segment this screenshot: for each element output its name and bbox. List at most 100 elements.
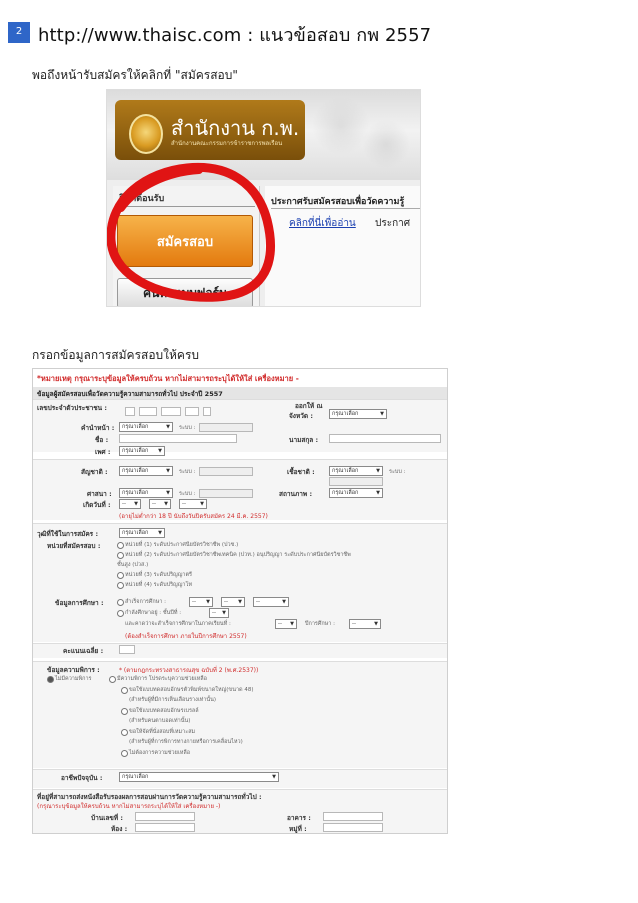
sequence-box-2[interactable] — [199, 467, 253, 476]
help-option-1: ขอใช้แบบทดสอบอักษรตัวพิมพ์ขนาดใหญ่(ขนาด … — [129, 687, 254, 693]
red-highlight-stroke — [107, 162, 275, 302]
unit-option-1: หน่วยที่ (1) ระดับประกาศนียบัตรวิชาชีพ (… — [125, 542, 239, 548]
header-accent-rule — [8, 41, 30, 43]
village-no-input[interactable] — [323, 823, 383, 832]
edu-studying-label: กำลังศึกษาอยู่ : ชั้นปีที่ : — [125, 610, 182, 616]
birth-month-select[interactable]: -- — [149, 499, 171, 509]
disability-none-label: ไม่มีความพิการ — [55, 676, 92, 682]
room-input[interactable] — [135, 823, 195, 832]
label-nationality: สัญชาติ : — [81, 468, 108, 476]
edu-studying-radio[interactable] — [117, 610, 124, 617]
province-select[interactable]: กรุณาเลือก — [329, 409, 387, 419]
unit-radio-3[interactable] — [117, 572, 124, 579]
status-select[interactable]: กรุณาเลือก — [329, 488, 383, 498]
occupation-select[interactable]: กรุณาเลือก — [119, 772, 279, 782]
disability-has-radio[interactable] — [109, 676, 116, 683]
label-education: ข้อมูลการศึกษา : — [55, 599, 104, 607]
label-village-no: หมู่ที่ : — [289, 825, 307, 833]
edu-semester-select[interactable]: -- — [275, 619, 297, 629]
edu-graduated-label: สำเร็จการศึกษา : — [125, 599, 167, 605]
caption-click-apply: พอถึงหน้ารับสมัครให้คลิกที่ "สมัครสอบ" — [32, 68, 238, 82]
help-option-3: ขอให้จัดที่นั่งสอบที่เหมาะสม — [129, 729, 196, 735]
unit-radio-4[interactable] — [117, 582, 124, 589]
label-qualification: วุฒิที่ใช้ในการสมัคร : — [37, 530, 99, 538]
prefix-select[interactable]: กรุณาเลือก — [119, 422, 173, 432]
help-option-1-note: (สำหรับผู้ที่มีการเห็นเลือนรางเท่านั้น) — [129, 697, 217, 703]
id-card-box-1[interactable] — [125, 407, 135, 416]
address-note: (กรุณาระบุข้อมูลให้ครบถ้วน หากไม่สามารถร… — [37, 803, 221, 810]
help-option-3-note: (สำหรับผู้ที่การพิการทางกายหรือการเคลื่อ… — [129, 739, 243, 745]
label-exam-unit: หน่วยที่สมัครสอบ : — [47, 542, 101, 550]
label-religion: ศาสนา : — [87, 490, 112, 498]
caption-fill-form: กรอกข้อมูลการสมัครสอบให้ครบ — [32, 348, 200, 362]
unit-radio-1[interactable] — [117, 542, 124, 549]
disability-none-radio[interactable] — [47, 676, 54, 683]
help-radio-4[interactable] — [121, 750, 128, 757]
unit-radio-2[interactable] — [117, 552, 124, 559]
unit-option-3: หน่วยที่ (3) ระดับปริญญาตรี — [125, 572, 193, 578]
sequence-box-4[interactable] — [199, 489, 253, 498]
help-option-2-note: (สำหรับคนตาบอดเท่านั้น) — [129, 718, 191, 724]
label-building: อาคาร : — [287, 814, 311, 822]
label-birthdate: เกิดวันที่ : — [83, 501, 111, 509]
unit-option-2-cont: ชั้นสูง (ปวส.) — [117, 562, 149, 568]
edu-grad-month-select[interactable]: -- — [221, 597, 245, 607]
sequence-box-1[interactable] — [199, 423, 253, 432]
education-note: (ต้องสำเร็จการศึกษา ภายในปีการศึกษา 2557… — [125, 633, 247, 640]
id-card-box-3[interactable] — [161, 407, 181, 416]
sequence-box-3[interactable] — [329, 477, 383, 486]
building-input[interactable] — [323, 812, 383, 821]
id-card-box-5[interactable] — [203, 407, 211, 416]
label-ethnicity: เชื้อชาติ : — [287, 468, 315, 476]
unit-option-2: หน่วยที่ (2) ระดับประกาศนียบัตรวิชาชีพเท… — [125, 552, 351, 558]
house-no-input[interactable] — [135, 812, 195, 821]
label-sex: เพศ : — [95, 448, 111, 456]
label-house-no: บ้านเลขที่ : — [91, 814, 124, 822]
birth-year-select[interactable]: -- — [179, 499, 207, 509]
surname-input[interactable] — [329, 434, 441, 443]
label-id-card: เลขประจำตัวประชาชน : — [37, 404, 107, 412]
edu-grad-day-select[interactable]: -- — [189, 597, 213, 607]
section-disability — [33, 661, 447, 768]
screenshot-application-form: *หมายเหตุ กรุณาระบุข้อมูลให้ครบถ้วน หากไ… — [32, 368, 448, 834]
edu-year-select[interactable]: -- — [349, 619, 381, 629]
label-sequence-3: ระบบ : — [389, 469, 406, 475]
id-card-box-2[interactable] — [139, 407, 157, 416]
ethnicity-select[interactable]: กรุณาเลือก — [329, 466, 383, 476]
screenshot-apply-page: สำนักงาน ก.พ. สำนักงานคณะกรรมการข้าราชกา… — [106, 89, 421, 307]
label-sequence-2: ระบบ : — [179, 469, 196, 475]
qualification-select[interactable]: กรุณาเลือก — [119, 528, 165, 538]
edu-year-label: ปีการศึกษา : — [305, 621, 336, 627]
edu-grad-year-select[interactable]: -- — [253, 597, 289, 607]
form-header-text: ข้อมูลผู้สมัครสอบเพื่อวัดความรู้ความสามา… — [37, 390, 223, 398]
gpa-input[interactable] — [119, 645, 135, 654]
sex-select[interactable]: กรุณาเลือก — [119, 446, 165, 456]
edu-expected-label: และคาดว่าจะสำเร็จการศึกษาในภาคเรียนที่ : — [125, 621, 231, 627]
id-card-box-4[interactable] — [185, 407, 199, 416]
label-status: สถานภาพ : — [279, 490, 313, 498]
label-room: ห้อง : — [111, 825, 128, 833]
label-name: ชื่อ : — [95, 436, 109, 444]
help-radio-3[interactable] — [121, 729, 128, 736]
age-note: (อายุไม่ต่ำกว่า 18 ปี นับถึงวันปิดรับสมั… — [119, 513, 268, 520]
edu-graduated-radio[interactable] — [117, 599, 124, 606]
form-required-note: *หมายเหตุ กรุณาระบุข้อมูลให้ครบถ้วน หากไ… — [37, 374, 299, 383]
label-gpa: คะแนนเฉลี่ย : — [63, 647, 104, 655]
page-number-badge: 2 — [8, 22, 30, 41]
help-radio-1[interactable] — [121, 687, 128, 694]
name-input[interactable] — [119, 434, 237, 443]
help-radio-2[interactable] — [121, 708, 128, 715]
help-option-4: ไม่ต้องการความช่วยเหลือ — [129, 750, 191, 756]
label-province: จังหวัด : — [289, 412, 314, 420]
disability-has-label: มีความพิการ โปรดระบุความช่วยเหลือ — [117, 676, 207, 682]
disability-note: * (ตามกฎกระทรวงสาธารณสุข ฉบับที่ 2 (พ.ศ.… — [119, 667, 259, 674]
unit-option-4: หน่วยที่ (4) ระดับปริญญาโท — [125, 582, 193, 588]
nationality-select[interactable]: กรุณาเลือก — [119, 466, 173, 476]
label-prefix: คำนำหน้า : — [81, 424, 115, 432]
label-sequence-4: ระบบ : — [179, 491, 196, 497]
label-surname: นามสกุล : — [289, 436, 319, 444]
edu-class-year-select[interactable]: -- — [209, 608, 229, 618]
birth-day-select[interactable]: -- — [119, 499, 141, 509]
religion-select[interactable]: กรุณาเลือก — [119, 488, 173, 498]
label-disability: ข้อมูลความพิการ : — [47, 666, 100, 674]
